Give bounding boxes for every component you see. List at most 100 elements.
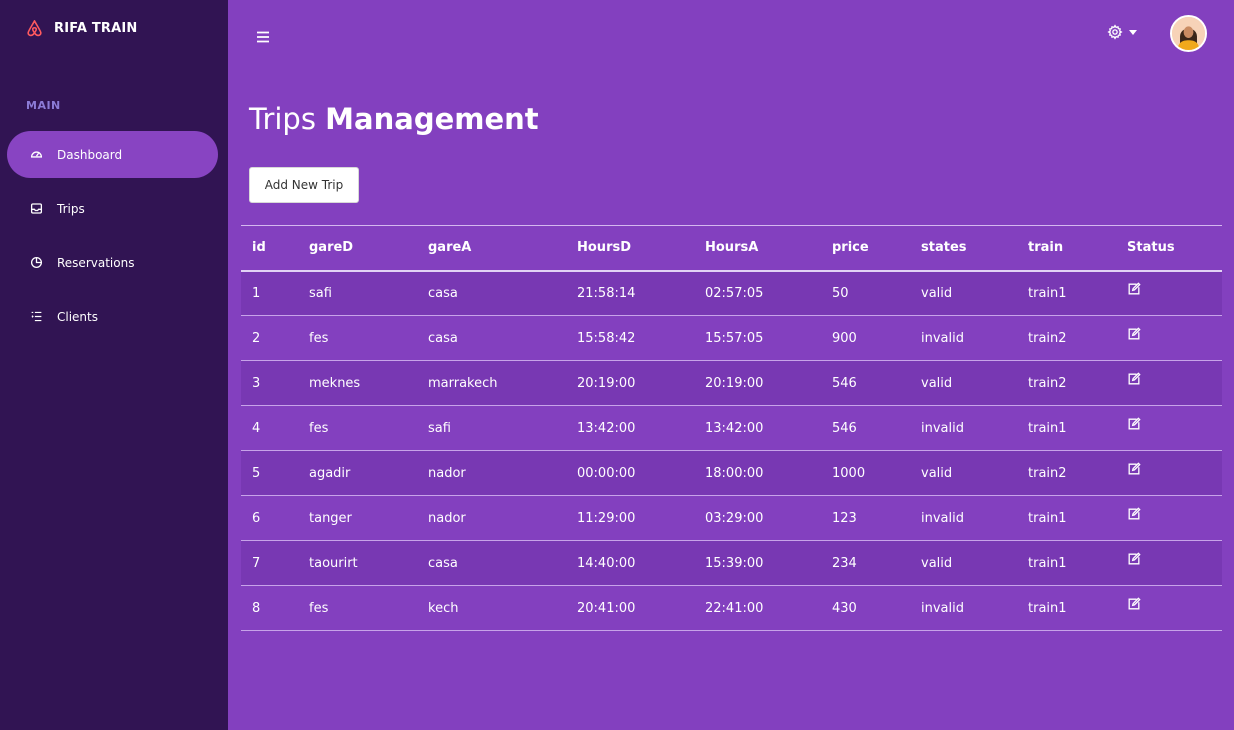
cell-status	[1116, 361, 1222, 406]
table-header-row: id gareD gareA HoursD HoursA price state…	[241, 225, 1222, 271]
sidebar: RIFA TRAIN MAIN Dashboard Trips Reservat…	[0, 0, 228, 730]
column-header-status: Status	[1127, 240, 1175, 256]
sidebar-item-reservations[interactable]: Reservations	[7, 239, 218, 286]
sidebar-item-dashboard[interactable]: Dashboard	[7, 131, 218, 178]
chevron-down-icon	[1129, 29, 1137, 35]
edit-icon[interactable]	[1127, 462, 1141, 476]
cell-price: 123	[832, 510, 857, 526]
cell-garea: nador	[428, 510, 466, 526]
trips-table: id gareD gareA HoursD HoursA price state…	[241, 225, 1222, 631]
cell-hoursa: 22:41:00	[705, 600, 764, 616]
cell-price: 900	[832, 330, 857, 346]
page-title-light: Trips	[249, 102, 316, 136]
cell-hoursd: 00:00:00	[577, 465, 636, 481]
cell-hoursd: 13:42:00	[577, 420, 636, 436]
column-header-train: train	[1028, 240, 1064, 256]
cell-price: 1000	[832, 465, 866, 481]
column-header-price: price	[832, 240, 869, 256]
column-header-id: id	[252, 240, 266, 256]
cell-train: train2	[1028, 465, 1067, 481]
hamburger-icon	[257, 31, 269, 43]
menu-toggle-button[interactable]	[255, 29, 271, 45]
cell-states: invalid	[921, 510, 964, 526]
table-row: 4 fes safi 13:42:00 13:42:00 546 invalid train1	[241, 405, 1222, 451]
cell-hoursa: 15:57:05	[705, 330, 764, 346]
cell-hoursd: 20:41:00	[577, 600, 636, 616]
cell-price: 430	[832, 600, 857, 616]
cell-status	[1116, 496, 1222, 541]
cell-status	[1116, 541, 1222, 586]
page-title-bold: Management	[325, 102, 539, 136]
cell-train: train2	[1028, 330, 1067, 346]
cell-states: valid	[921, 375, 953, 391]
cell-gared: agadir	[309, 465, 351, 481]
gear-icon	[1107, 24, 1123, 40]
sidebar-item-label: Dashboard	[57, 147, 123, 162]
column-header-garea: gareA	[428, 240, 472, 256]
cell-hoursd: 11:29:00	[577, 510, 636, 526]
sidebar-item-label: Reservations	[57, 255, 135, 270]
table-body: 1 safi casa 21:58:14 02:57:05 50 valid train1 2 f…	[241, 270, 1222, 631]
cell-garea: casa	[428, 330, 458, 346]
avatar[interactable]	[1170, 15, 1207, 52]
cell-id: 5	[252, 465, 261, 481]
cell-hoursd: 15:58:42	[577, 330, 636, 346]
brand-name: RIFA TRAIN	[54, 20, 138, 36]
cell-status	[1116, 451, 1222, 496]
cell-hoursd: 20:19:00	[577, 375, 636, 391]
cell-garea: kech	[428, 600, 459, 616]
sidebar-item-trips[interactable]: Trips	[7, 185, 218, 232]
cell-states: valid	[921, 285, 953, 301]
table-row: 8 fes kech 20:41:00 22:41:00 430 invalid train1	[241, 585, 1222, 631]
page-title: Trips Management	[249, 102, 539, 136]
pie-chart-icon	[30, 256, 43, 269]
cell-status	[1116, 316, 1222, 361]
table-row: 3 meknes marrakech 20:19:00 20:19:00 546 valid…	[241, 360, 1222, 406]
cell-hoursa: 15:39:00	[705, 555, 764, 571]
brand[interactable]: RIFA TRAIN	[25, 18, 137, 38]
dashboard-gauge-icon	[30, 151, 43, 158]
cell-price: 234	[832, 555, 857, 571]
cell-garea: casa	[428, 555, 458, 571]
edit-icon[interactable]	[1127, 552, 1141, 566]
table-row: 2 fes casa 15:58:42 15:57:05 900 invalid train2	[241, 315, 1222, 361]
cell-id: 6	[252, 510, 261, 526]
sidebar-item-label: Trips	[57, 201, 85, 216]
edit-icon[interactable]	[1127, 372, 1141, 386]
sidebar-item-clients[interactable]: Clients	[7, 293, 218, 340]
cell-train: train1	[1028, 600, 1067, 616]
cell-garea: safi	[428, 420, 451, 436]
cell-train: train1	[1028, 285, 1067, 301]
cell-garea: marrakech	[428, 375, 498, 391]
cell-garea: casa	[428, 285, 458, 301]
edit-icon[interactable]	[1127, 597, 1141, 611]
cell-gared: fes	[309, 330, 329, 346]
edit-icon[interactable]	[1127, 327, 1141, 341]
inbox-icon	[30, 203, 43, 214]
cell-hoursa: 20:19:00	[705, 375, 764, 391]
add-new-trip-button[interactable]: Add New Trip	[249, 167, 359, 203]
cell-status	[1116, 271, 1222, 316]
cell-id: 3	[252, 375, 261, 391]
user-photo-icon	[1172, 17, 1205, 50]
cell-price: 546	[832, 420, 857, 436]
cell-status	[1116, 406, 1222, 451]
edit-icon[interactable]	[1127, 417, 1141, 431]
cell-hoursa: 03:29:00	[705, 510, 764, 526]
cell-states: invalid	[921, 600, 964, 616]
cell-hoursa: 13:42:00	[705, 420, 764, 436]
table-row: 1 safi casa 21:58:14 02:57:05 50 valid train1	[241, 270, 1222, 316]
airbnb-logo-icon	[27, 20, 42, 37]
edit-icon[interactable]	[1127, 507, 1141, 521]
cell-states: valid	[921, 555, 953, 571]
cell-hoursd: 21:58:14	[577, 285, 636, 301]
settings-dropdown[interactable]	[1107, 24, 1137, 40]
cell-hoursd: 14:40:00	[577, 555, 636, 571]
sidebar-section-title: MAIN	[26, 99, 61, 112]
cell-gared: fes	[309, 600, 329, 616]
cell-train: train1	[1028, 420, 1067, 436]
trips-table-container: id gareD gareA HoursD HoursA price state…	[241, 225, 1222, 631]
table-row: 5 agadir nador 00:00:00 18:00:00 1000 valid tra…	[241, 450, 1222, 496]
edit-icon[interactable]	[1127, 282, 1141, 296]
sidebar-item-label: Clients	[57, 309, 98, 324]
